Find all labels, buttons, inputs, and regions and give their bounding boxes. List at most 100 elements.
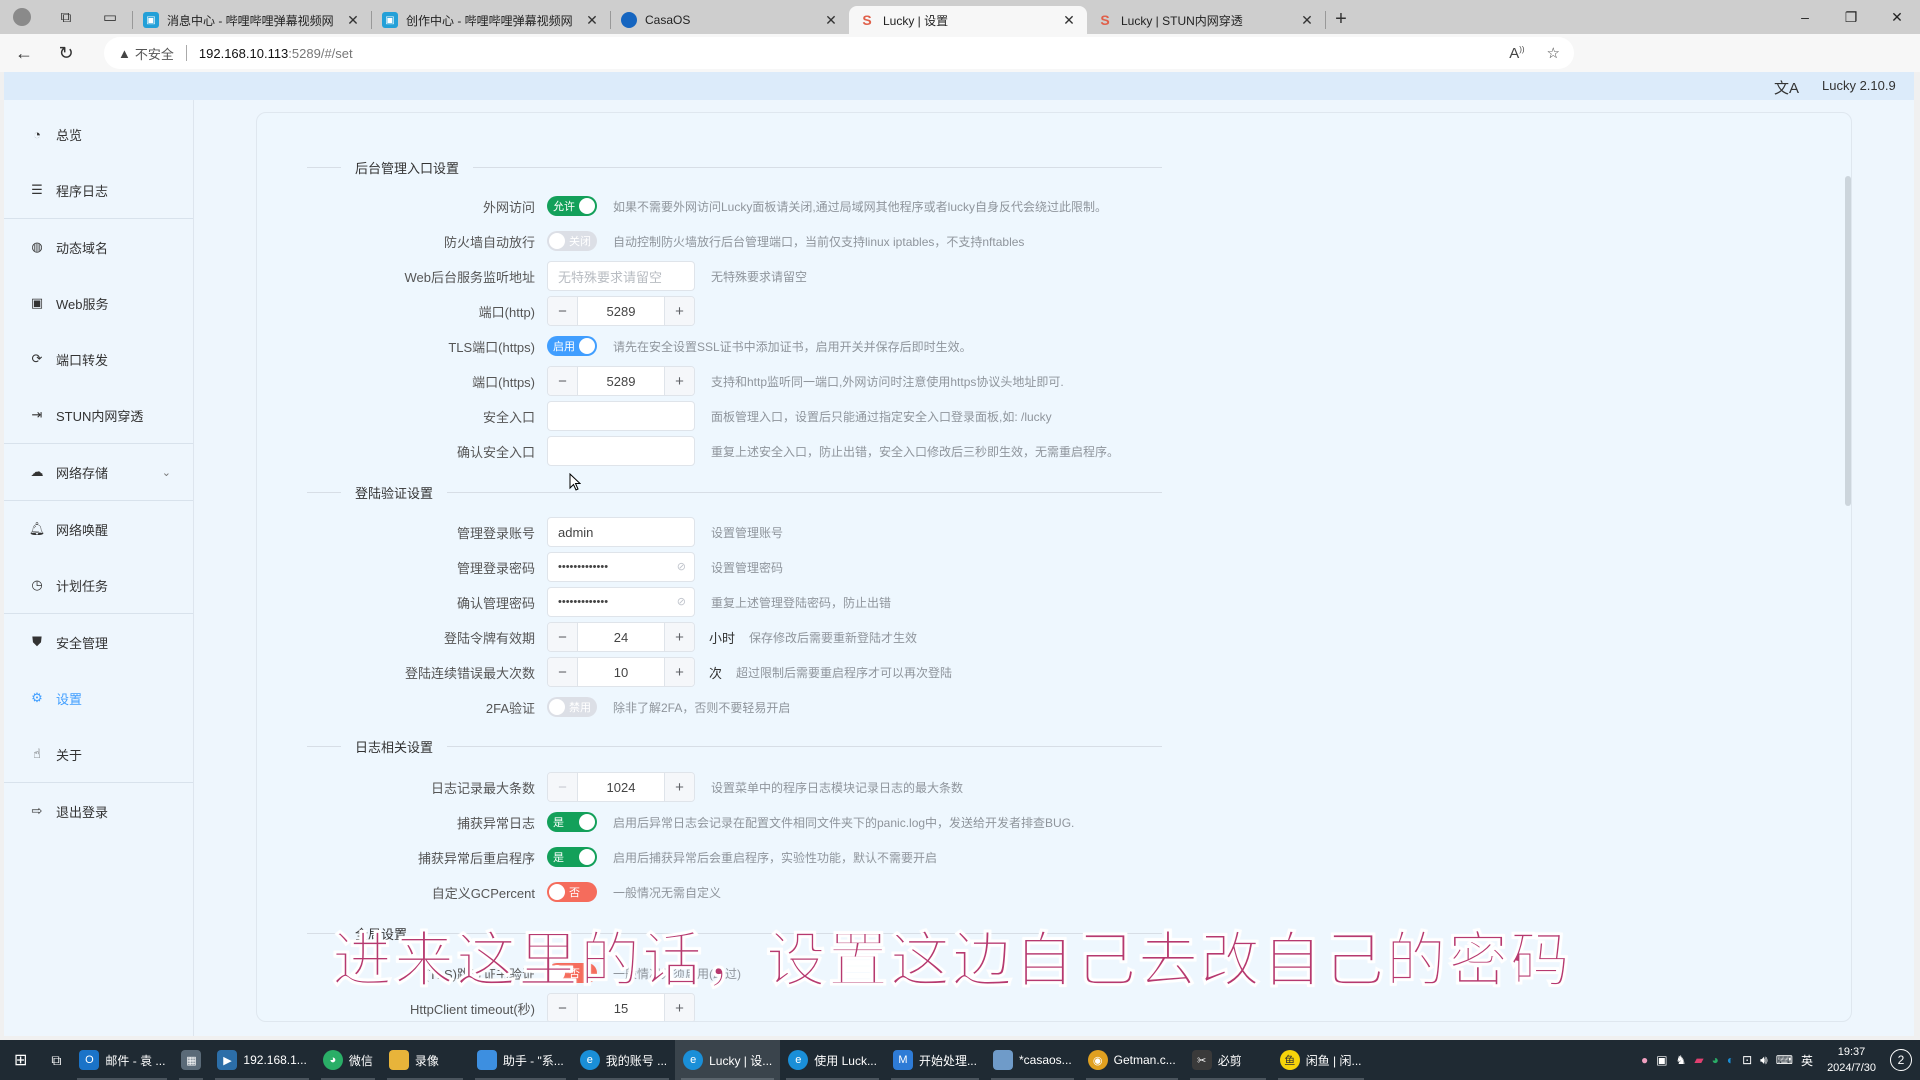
restart-on-panic-toggle[interactable]: 是 [547, 847, 597, 867]
close-tab-icon[interactable]: ✕ [823, 12, 839, 29]
taskbar-item[interactable]: ◕ 微信 [315, 1040, 381, 1080]
close-window-button[interactable]: ✕ [1874, 0, 1920, 34]
new-tab-button[interactable]: + [1326, 8, 1356, 31]
sidebar-item-settings[interactable]: ⚙ 设置 [4, 670, 193, 726]
custom-gc-toggle[interactable]: 否 [547, 882, 597, 902]
ime-indicator[interactable]: 英 [1801, 1052, 1813, 1069]
close-tab-icon[interactable]: ✕ [584, 12, 600, 29]
browser-tab[interactable]: CasaOS ✕ [611, 6, 849, 34]
increment-button[interactable]: + [664, 367, 694, 395]
taskbar-item[interactable]: 录像 [381, 1040, 469, 1080]
tray-flag-icon[interactable]: ▰ [1694, 1053, 1703, 1067]
listen-address-input[interactable]: 无特殊要求请留空 [547, 261, 695, 291]
address-bar[interactable]: ▲ 不安全 192.168.10.113 :5289/#/set A)) ☆ [104, 37, 1574, 69]
twofa-toggle[interactable]: 禁用 [547, 697, 597, 717]
sidebar-item-ddns[interactable]: ◍ 动态域名 [4, 219, 193, 275]
sidebar-item-about[interactable]: ☝ 关于 [4, 726, 193, 782]
sidebar-item-stun[interactable]: ⇥ STUN内网穿透 [4, 387, 193, 443]
minimize-button[interactable]: – [1782, 0, 1828, 34]
admin-account-input[interactable]: admin [547, 517, 695, 547]
taskbar-item[interactable]: *casaos... [985, 1040, 1080, 1080]
tray-app-icon[interactable]: ▣ [1656, 1053, 1667, 1067]
favorite-star-icon[interactable]: ☆ [1547, 44, 1560, 62]
start-button[interactable]: ⊞ [0, 1040, 41, 1080]
increment-button[interactable]: + [664, 297, 694, 325]
security-label[interactable]: 不安全 [135, 44, 174, 63]
taskbar-item-active[interactable]: e Lucky | 设... [675, 1040, 781, 1080]
max-login-errors-input[interactable]: 10 [578, 658, 664, 686]
browser-tab-active[interactable]: S Lucky | 设置 ✕ [849, 6, 1087, 34]
taskbar-item[interactable]: ▦ [173, 1040, 209, 1080]
browser-tab[interactable]: ▣ 创作中心 - 哔哩哔哩弹幕视频网 ✕ [372, 6, 610, 34]
taskbar-item[interactable]: ▶ 192.168.1... [209, 1040, 314, 1080]
decrement-button[interactable]: − [548, 623, 578, 651]
edge-tray-icon[interactable]: ◐ [1727, 1053, 1734, 1067]
taskbar-item[interactable]: O 邮件 - 袁 ... [71, 1040, 173, 1080]
sidebar-item-security[interactable]: ⛊ 安全管理 [4, 614, 193, 670]
sidebar-item-wol[interactable]: 🔔︎ 网络唤醒 [4, 501, 193, 557]
profile-button[interactable] [0, 0, 44, 34]
calculator-icon: ▦ [181, 1050, 202, 1070]
http-port-input[interactable]: 5289 [578, 297, 664, 325]
read-aloud-icon[interactable]: A)) [1509, 45, 1524, 62]
close-tab-icon[interactable]: ✕ [345, 12, 361, 29]
back-button[interactable]: ← [6, 37, 42, 69]
capture-panic-log-toggle[interactable]: 是 [547, 812, 597, 832]
taskbar-item[interactable]: 助手 - "系... [469, 1040, 572, 1080]
sidebar-item-logout[interactable]: ⇨ 退出登录 [4, 783, 193, 839]
eye-off-icon[interactable]: ⊘ [677, 595, 686, 608]
volume-icon[interactable]: 🔊︎ [1760, 1053, 1768, 1068]
https-port-input[interactable]: 5289 [578, 367, 664, 395]
firewall-auto-toggle[interactable]: 关闭 [547, 231, 597, 251]
safe-entry-input[interactable] [547, 401, 695, 431]
clock[interactable]: 19:37 2024/7/30 [1827, 1044, 1876, 1076]
sidebar-item-port-forward[interactable]: ⟳ 端口转发 [4, 331, 193, 387]
task-view-button[interactable]: ⧉ [41, 1040, 71, 1080]
restore-button[interactable]: ❐ [1828, 0, 1874, 34]
decrement-button[interactable]: − [548, 297, 578, 325]
network-icon[interactable]: ⊡ [1742, 1053, 1752, 1067]
taskbar-item[interactable]: e 使用 Luck... [780, 1040, 885, 1080]
notification-center-button[interactable]: 2 [1890, 1049, 1912, 1071]
scrollbar-thumb[interactable] [1845, 176, 1851, 506]
taskbar-item[interactable]: ✂ 必剪 [1184, 1040, 1272, 1080]
decrement-button[interactable]: − [548, 367, 578, 395]
log-max-input[interactable]: 1024 [578, 773, 664, 801]
safe-entry-confirm-input[interactable] [547, 436, 695, 466]
tray-dot-icon[interactable]: ● [1641, 1053, 1648, 1067]
increment-button[interactable]: + [664, 623, 694, 651]
external-access-toggle[interactable]: 允许 [547, 196, 597, 216]
sidebar-item-web-service[interactable]: ▣ Web服务 [4, 275, 193, 331]
taskbar-item[interactable]: M 开始处理... [885, 1040, 985, 1080]
tab-actions-icon[interactable]: ▭ [88, 0, 132, 34]
app-version: Lucky 2.10.9 [1822, 78, 1896, 93]
eye-off-icon[interactable]: ⊘ [677, 560, 686, 573]
close-tab-icon[interactable]: ✕ [1299, 12, 1315, 29]
admin-password-input[interactable]: ••••••••••••• ⊘ [547, 552, 695, 582]
browser-tab[interactable]: ▣ 消息中心 - 哔哩哔哩弹幕视频网 ✕ [133, 6, 371, 34]
taskbar-item[interactable]: ◉ Getman.c... [1080, 1040, 1184, 1080]
chevron-down-icon[interactable]: ⌄ [162, 466, 171, 479]
token-expiry-input[interactable]: 24 [578, 623, 664, 651]
sidebar-item-scheduled-tasks[interactable]: ◷ 计划任务 [4, 557, 193, 613]
wechat-tray-icon[interactable]: ◕ [1712, 1053, 1719, 1067]
close-tab-icon[interactable]: ✕ [1061, 12, 1077, 29]
translate-icon[interactable]: 文A [1774, 77, 1799, 98]
browser-tab[interactable]: S Lucky | STUN内网穿透 ✕ [1087, 6, 1325, 34]
sidebar-item-overview[interactable]: ◔ 总览 [4, 106, 193, 162]
qq-icon[interactable]: ♞ [1676, 1053, 1687, 1067]
input-method-icon[interactable]: ⌨ [1776, 1053, 1793, 1067]
refresh-button[interactable]: ↻ [48, 37, 84, 69]
admin-password-confirm-input[interactable]: ••••••••••••• ⊘ [547, 587, 695, 617]
decrement-button[interactable]: − [548, 773, 578, 801]
taskbar-item[interactable]: e 我的账号 ... [572, 1040, 675, 1080]
sidebar-item-network-storage[interactable]: ☁ 网络存储 ⌄ [4, 444, 193, 500]
decrement-button[interactable]: − [548, 658, 578, 686]
sidebar-item-label: 安全管理 [56, 635, 109, 651]
workspaces-icon[interactable]: ⧉ [44, 0, 88, 34]
taskbar-item[interactable]: 鱼闲鱼 | 闲... [1272, 1040, 1370, 1080]
increment-button[interactable]: + [664, 773, 694, 801]
tls-port-toggle[interactable]: 启用 [547, 336, 597, 356]
increment-button[interactable]: + [664, 658, 694, 686]
sidebar-item-logs[interactable]: ☰ 程序日志 [4, 162, 193, 218]
